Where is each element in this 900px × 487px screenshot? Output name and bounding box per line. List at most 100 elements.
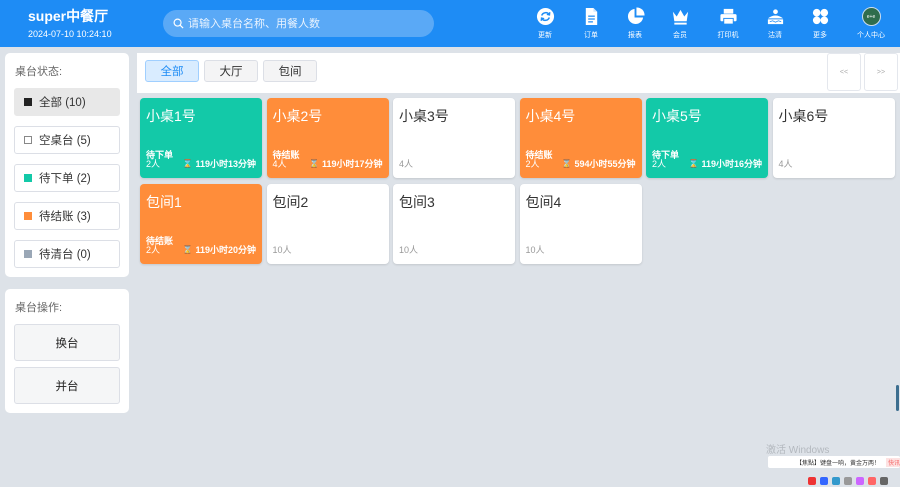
table-people: 10人 [399,245,419,255]
duration-value: 119小时20分钟 [195,245,256,255]
area-tabs-bar: 全部 大厅 包间 << >> [137,53,900,93]
table-name: 小桌1号 [146,108,196,124]
news-text: 【焦點】键盘一响，黄金万两！ [796,460,881,467]
filter-empty[interactable]: 空桌台 (5) [14,126,120,154]
table-status-panel: 桌台状态: 全部 (10) 空桌台 (5) 待下单 (2) 待结账 (3) 待清… [5,53,129,277]
members-button[interactable]: 会员 [660,6,700,40]
table-people: 10人 [525,245,545,255]
orders-button[interactable]: 订单 [571,6,611,40]
table-name: 包间2 [272,194,309,210]
legend-swatch-waiting-checkout [24,212,32,220]
refresh-icon [536,7,554,26]
table-duration: ⌛ 594小时55分钟 [562,157,636,170]
table-card[interactable]: 包间3 10人 [393,184,515,264]
members-label: 会员 [673,32,687,39]
table-duration: ⌛ 119小时17分钟 [309,157,383,170]
filter-waiting-checkout-label: 待结账 (3) [39,211,91,223]
table-card[interactable]: 小桌3号 4人 [393,98,515,178]
reports-button[interactable]: 报表 [615,6,655,40]
change-table-button[interactable]: 换台 [14,324,120,361]
table-name: 小桌3号 [399,108,449,124]
filter-waiting-order[interactable]: 待下单 (2) [14,164,120,192]
refresh-label: 更新 [538,32,552,39]
news-ticker[interactable]: 【焦點】键盘一响，黄金万两！ 快讯 [768,456,900,468]
table-name: 小桌5号 [652,108,702,124]
table-people: 2人 [146,245,161,255]
skin-icon[interactable] [856,476,864,485]
table-name: 小桌4号 [525,108,576,124]
sell-out-icon [767,9,783,25]
filter-waiting-clean-label: 待清台 (0) [39,249,91,261]
status-panel-title: 桌台状态: [15,66,63,78]
avatar-icon: e+e [861,7,881,26]
duration-value: 594小时55分钟 [574,159,636,169]
refresh-button[interactable]: 更新 [525,6,565,40]
profile-button[interactable]: e+e 个人中心 [851,6,891,40]
table-card[interactable]: 包间2 10人 [266,184,389,264]
orders-label: 订单 [584,32,598,39]
system-tray [806,474,900,487]
profile-label: 个人中心 [857,32,885,39]
table-people: 4人 [399,159,414,169]
hourglass-icon: ⌛ [182,245,193,254]
hourglass-icon: ⌛ [561,159,572,168]
table-name: 包间3 [399,194,435,210]
crown-icon [672,9,688,25]
table-people: 2人 [525,159,540,169]
edge-scroll-handle[interactable] [896,385,899,411]
settings-icon[interactable] [880,476,888,485]
filter-all[interactable]: 全部 (10) [14,88,120,116]
table-card[interactable]: 包间4 10人 [519,184,642,264]
sell-out-button[interactable]: 沽清 [755,6,795,40]
pie-chart-icon [627,7,645,25]
grid-more-icon [812,8,828,25]
ops-panel-title: 桌台操作: [15,302,63,314]
table-people: 4人 [272,159,287,169]
more-label: 更多 [813,32,827,39]
table-name: 包间4 [525,194,562,210]
restaurant-name: super中餐厅 [28,8,109,24]
hourglass-icon: ⌛ [309,159,319,168]
search-box[interactable] [163,10,434,37]
keyboard-icon[interactable] [844,476,852,485]
table-people: 4人 [778,159,793,169]
top-header: super中餐厅 2024-07-10 10:24:10 更新 订单 报表 会员… [0,0,900,47]
lang-icon[interactable] [820,476,828,485]
table-name: 包间1 [146,194,182,210]
table-duration: ⌛ 119小时16分钟 [689,157,763,170]
table-people: 2人 [146,159,161,169]
brand: super中餐厅 2024-07-10 10:24:10 [28,7,112,41]
table-people: 2人 [652,159,667,169]
tray-app-icon[interactable] [868,476,876,485]
table-card[interactable]: 小桌6号 4人 [772,98,895,178]
filter-waiting-checkout[interactable]: 待结账 (3) [14,202,120,230]
more-button[interactable]: 更多 [800,6,840,40]
hourglass-icon: ⌛ [688,159,699,168]
table-card[interactable]: 小桌2号 待结账 4人 ⌛ 119小时17分钟 [266,98,389,178]
mic-icon[interactable] [832,476,840,485]
table-card[interactable]: 包间1 待结账 2人 ⌛ 119小时20分钟 [140,184,262,264]
next-page-button[interactable]: >> [864,53,898,91]
legend-swatch-empty [24,136,32,144]
reports-label: 报表 [628,32,642,39]
merge-table-button[interactable]: 并台 [14,367,120,404]
search-input[interactable] [188,17,428,30]
duration-value: 119小时13分钟 [195,159,256,169]
tab-hall[interactable]: 大厅 [204,60,258,82]
search-icon [173,18,184,29]
printer-button[interactable]: 打印机 [708,6,748,40]
table-name: 小桌6号 [778,108,829,124]
table-duration: ⌛ 119小时13分钟 [183,157,257,170]
hourglass-icon: ⌛ [182,159,193,168]
tab-private-rooms[interactable]: 包间 [263,60,317,82]
prev-page-button[interactable]: << [827,53,861,91]
table-card[interactable]: 小桌4号 待结账 2人 ⌛ 594小时55分钟 [519,98,642,178]
filter-waiting-order-label: 待下单 (2) [39,173,91,185]
table-card[interactable]: 小桌5号 待下单 2人 ⌛ 119小时16分钟 [646,98,768,178]
windows-watermark: 激活 Windows [766,445,830,456]
filter-waiting-clean[interactable]: 待清台 (0) [14,240,120,268]
input-method-icon[interactable] [808,476,816,485]
table-card[interactable]: 小桌1号 待下单 2人 ⌛ 119小时13分钟 [140,98,262,178]
legend-swatch-waiting-clean [24,250,32,258]
tab-all[interactable]: 全部 [145,60,199,82]
